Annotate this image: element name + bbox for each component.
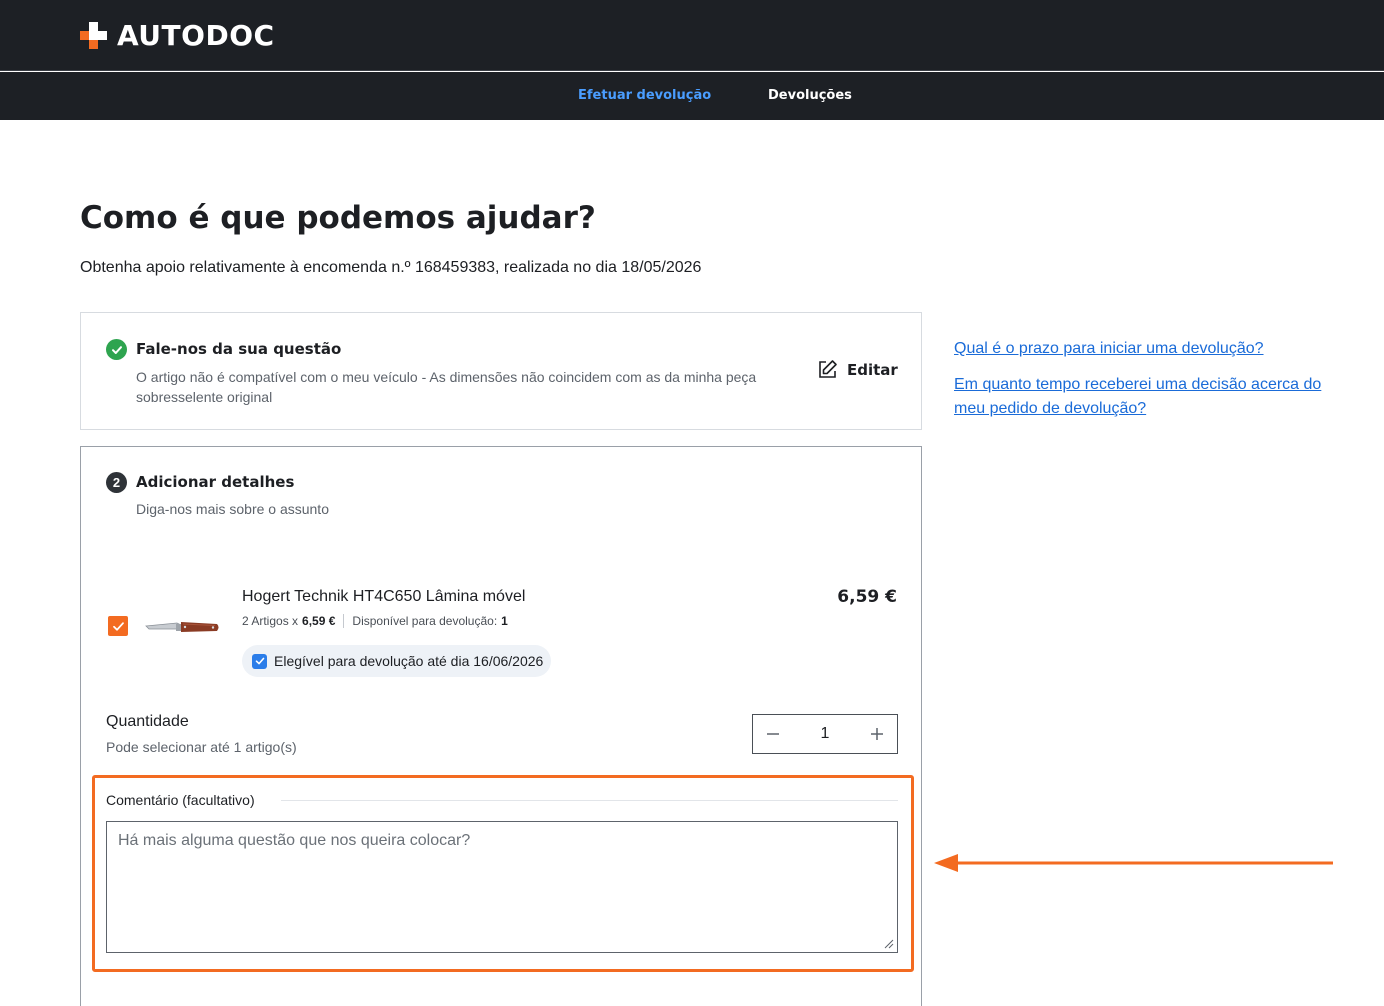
step-2-description: Diga-nos mais sobre o assunto <box>136 501 329 517</box>
product-name: Hogert Technik HT4C650 Lâmina móvel <box>242 588 526 605</box>
product-checkbox[interactable] <box>108 616 128 636</box>
annotation-arrow-icon <box>934 854 1333 872</box>
meta-divider <box>343 614 345 628</box>
product-available-count: 1 <box>501 614 508 628</box>
edit-label: Editar <box>847 360 898 379</box>
nav-efetuar-devolucao[interactable]: Efetuar devolução <box>578 88 711 103</box>
page-subtitle: Obtenha apoio relativamente à encomenda … <box>80 259 702 276</box>
step-2-title: Adicionar detalhes <box>136 473 295 491</box>
product-price: 6,59 € <box>837 587 897 607</box>
eligibility-text: Elegível para devolução até dia 16/06/20… <box>274 653 544 669</box>
quantity-hint: Pode selecionar até 1 artigo(s) <box>106 739 297 755</box>
checkbox-checked-icon <box>252 653 267 669</box>
product-image <box>145 622 219 632</box>
top-header: AUTODOC <box>0 0 1384 71</box>
autodoc-logo[interactable]: AUTODOC <box>80 17 275 53</box>
faq-link-return-deadline[interactable]: Qual é o prazo para iniciar uma devoluçã… <box>954 337 1354 361</box>
quantity-value: 1 <box>820 725 830 742</box>
step-1-card: Fale-nos da sua questão O artigo não é c… <box>80 312 922 430</box>
quantity-title: Quantidade <box>106 713 189 730</box>
product-meta: 2 Artigos x 6,59 € Disponível para devol… <box>242 614 508 628</box>
edit-icon <box>819 360 837 378</box>
page-title: Como é que podemos ajudar? <box>80 200 596 236</box>
plus-icon[interactable] <box>857 715 897 753</box>
eligibility-badge: Elegível para devolução até dia 16/06/20… <box>242 645 552 677</box>
main-nav: Efetuar devolução Devoluções <box>0 72 1384 120</box>
logo-plus-icon <box>80 21 107 49</box>
step-1-description: O artigo não é compatível com o meu veíc… <box>136 369 757 405</box>
check-circle-icon <box>106 339 127 360</box>
checkmark-icon <box>112 621 124 631</box>
logo-text: AUTODOC <box>117 18 275 52</box>
step-1-title: Fale-nos da sua questão <box>136 340 342 358</box>
step-number-badge: 2 <box>106 472 127 493</box>
product-available-text: Disponível para devolução: <box>352 614 498 628</box>
quantity-stepper[interactable]: 1 <box>752 714 898 754</box>
annotation-highlight-box <box>92 775 914 972</box>
faq-link-decision-time[interactable]: Em quanto tempo receberei uma decisão ac… <box>954 373 1354 421</box>
minus-icon[interactable] <box>753 715 793 753</box>
product-unit-price: 6,59 € <box>302 614 336 628</box>
product-qty-text: 2 Artigos x <box>242 614 299 628</box>
edit-button[interactable]: Editar <box>817 359 898 380</box>
nav-devolucoes[interactable]: Devoluções <box>768 88 852 103</box>
